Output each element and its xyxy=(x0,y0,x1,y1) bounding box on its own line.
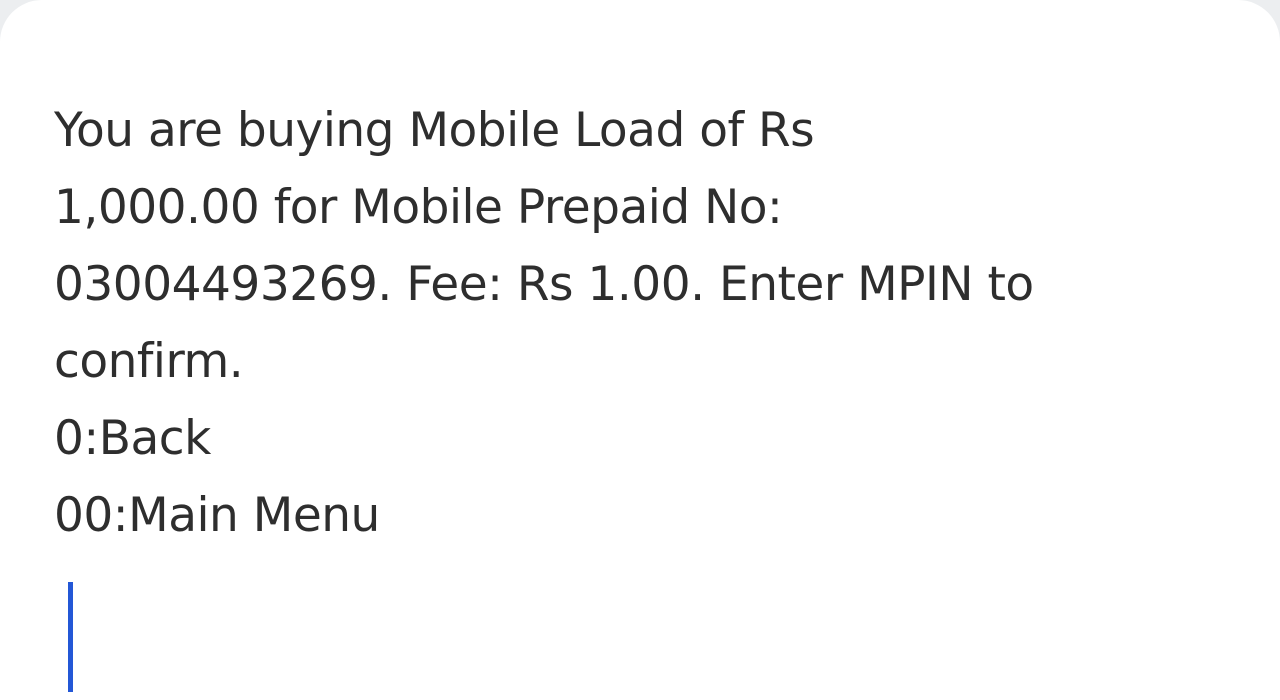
message-line: 1,000.00 for Mobile Prepaid No: xyxy=(54,180,783,235)
top-divider-fragment xyxy=(1042,0,1138,6)
top-divider-fragment xyxy=(612,0,668,6)
top-divider-fragment xyxy=(150,0,210,6)
ussd-message: You are buying Mobile Load of Rs 1,000.0… xyxy=(54,92,1234,554)
option-main-menu: 00:Main Menu xyxy=(54,488,380,543)
option-back: 0:Back xyxy=(54,411,211,466)
mpin-input-field[interactable] xyxy=(54,570,1234,692)
message-line: 03004493269. Fee: Rs 1.00. Enter MPIN to xyxy=(54,257,1034,312)
ussd-dialog: You are buying Mobile Load of Rs 1,000.0… xyxy=(0,0,1280,700)
message-line: You are buying Mobile Load of Rs xyxy=(54,103,815,158)
text-cursor xyxy=(68,582,73,692)
message-line: confirm. xyxy=(54,334,244,389)
